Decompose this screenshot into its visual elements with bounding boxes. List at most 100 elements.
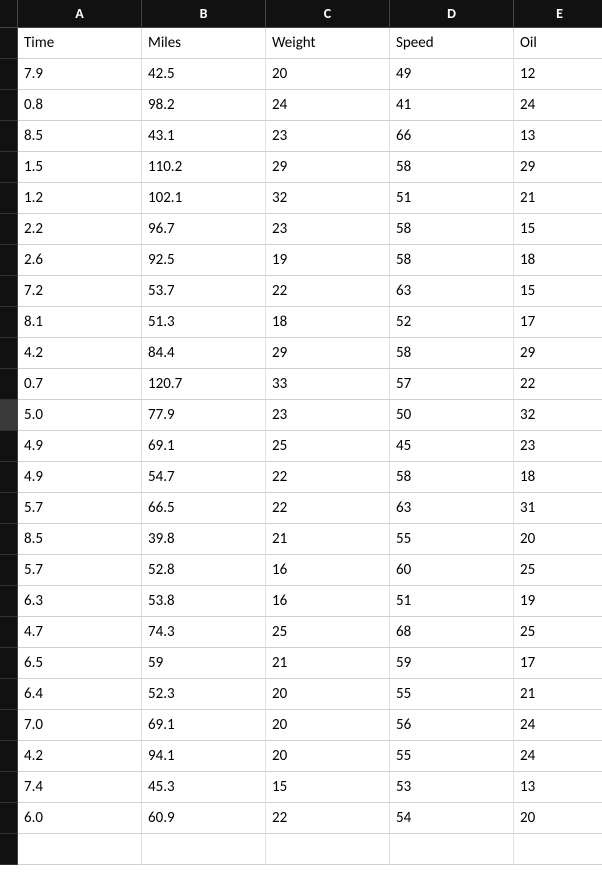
cell[interactable]: 13 [514,772,602,803]
cell[interactable]: 8.5 [18,121,142,152]
column-header-c[interactable]: C [266,0,390,28]
cell[interactable]: 21 [266,524,390,555]
row-header[interactable] [0,679,18,710]
cell[interactable]: 7.9 [18,59,142,90]
cell[interactable]: 69.1 [142,710,266,741]
cell[interactable]: 4.9 [18,431,142,462]
cell[interactable]: 69.1 [142,431,266,462]
cell[interactable]: 54 [390,803,514,834]
cell[interactable]: 6.3 [18,586,142,617]
row-header[interactable] [0,493,18,524]
cell-header[interactable]: Speed [390,28,514,59]
cell[interactable]: 18 [514,245,602,276]
cell[interactable]: 4.7 [18,617,142,648]
cell[interactable]: 15 [514,276,602,307]
row-header[interactable] [0,741,18,772]
row-header[interactable] [0,214,18,245]
cell[interactable]: 24 [514,741,602,772]
cell[interactable]: 39.8 [142,524,266,555]
cell[interactable]: 45 [390,431,514,462]
cell[interactable]: 51.3 [142,307,266,338]
cell[interactable]: 41 [390,90,514,121]
cell[interactable]: 60.9 [142,803,266,834]
cell[interactable]: 55 [390,524,514,555]
cell[interactable]: 20 [266,679,390,710]
cell-empty[interactable] [514,834,602,865]
column-header-a[interactable]: A [18,0,142,28]
cell[interactable]: 29 [266,152,390,183]
cell[interactable]: 5.0 [18,400,142,431]
row-header[interactable] [0,152,18,183]
cell[interactable]: 23 [266,214,390,245]
cell[interactable]: 22 [514,369,602,400]
row-header[interactable] [0,245,18,276]
cell[interactable]: 23 [266,121,390,152]
cell[interactable]: 110.2 [142,152,266,183]
cell[interactable]: 74.3 [142,617,266,648]
cell[interactable]: 42.5 [142,59,266,90]
cell[interactable]: 20 [514,524,602,555]
cell[interactable]: 19 [266,245,390,276]
cell[interactable]: 57 [390,369,514,400]
cell[interactable]: 16 [266,586,390,617]
cell[interactable]: 63 [390,276,514,307]
row-header[interactable] [0,431,18,462]
row-header[interactable] [0,369,18,400]
cell[interactable]: 54.7 [142,462,266,493]
cell[interactable]: 52.8 [142,555,266,586]
cell[interactable]: 20 [514,803,602,834]
cell[interactable]: 2.2 [18,214,142,245]
cell[interactable]: 51 [390,586,514,617]
select-all-corner[interactable] [0,0,18,28]
cell[interactable]: 2.6 [18,245,142,276]
cell[interactable]: 59 [142,648,266,679]
cell[interactable]: 4.9 [18,462,142,493]
cell[interactable]: 66.5 [142,493,266,524]
cell[interactable]: 1.2 [18,183,142,214]
row-header[interactable] [0,307,18,338]
row-header[interactable] [0,555,18,586]
cell[interactable]: 55 [390,741,514,772]
cell[interactable]: 23 [514,431,602,462]
cell[interactable]: 32 [266,183,390,214]
cell[interactable]: 7.2 [18,276,142,307]
cell[interactable]: 92.5 [142,245,266,276]
cell[interactable]: 12 [514,59,602,90]
row-header[interactable] [0,586,18,617]
cell[interactable]: 24 [266,90,390,121]
cell[interactable]: 7.0 [18,710,142,741]
cell[interactable]: 56 [390,710,514,741]
cell[interactable]: 53.7 [142,276,266,307]
cell[interactable]: 49 [390,59,514,90]
cell[interactable]: 20 [266,710,390,741]
cell[interactable]: 25 [266,431,390,462]
column-header-b[interactable]: B [142,0,266,28]
cell[interactable]: 25 [514,555,602,586]
spreadsheet-grid[interactable]: ABCDETimeMilesWeightSpeedOil7.942.520491… [0,0,602,865]
row-header[interactable] [0,772,18,803]
cell[interactable]: 29 [514,338,602,369]
row-header[interactable] [0,462,18,493]
cell[interactable]: 19 [514,586,602,617]
cell[interactable]: 31 [514,493,602,524]
cell[interactable]: 17 [514,307,602,338]
cell[interactable]: 58 [390,245,514,276]
cell-empty[interactable] [18,834,142,865]
cell[interactable]: 24 [514,710,602,741]
cell[interactable]: 51 [390,183,514,214]
cell-header[interactable]: Oil [514,28,602,59]
cell[interactable]: 33 [266,369,390,400]
cell[interactable]: 58 [390,338,514,369]
cell[interactable]: 21 [514,679,602,710]
cell[interactable]: 63 [390,493,514,524]
cell[interactable]: 53.8 [142,586,266,617]
row-header[interactable] [0,28,18,59]
row-header[interactable] [0,59,18,90]
cell[interactable]: 8.1 [18,307,142,338]
cell-header[interactable]: Weight [266,28,390,59]
cell[interactable]: 53 [390,772,514,803]
cell[interactable]: 5.7 [18,493,142,524]
cell[interactable]: 120.7 [142,369,266,400]
cell[interactable]: 94.1 [142,741,266,772]
cell[interactable]: 18 [266,307,390,338]
